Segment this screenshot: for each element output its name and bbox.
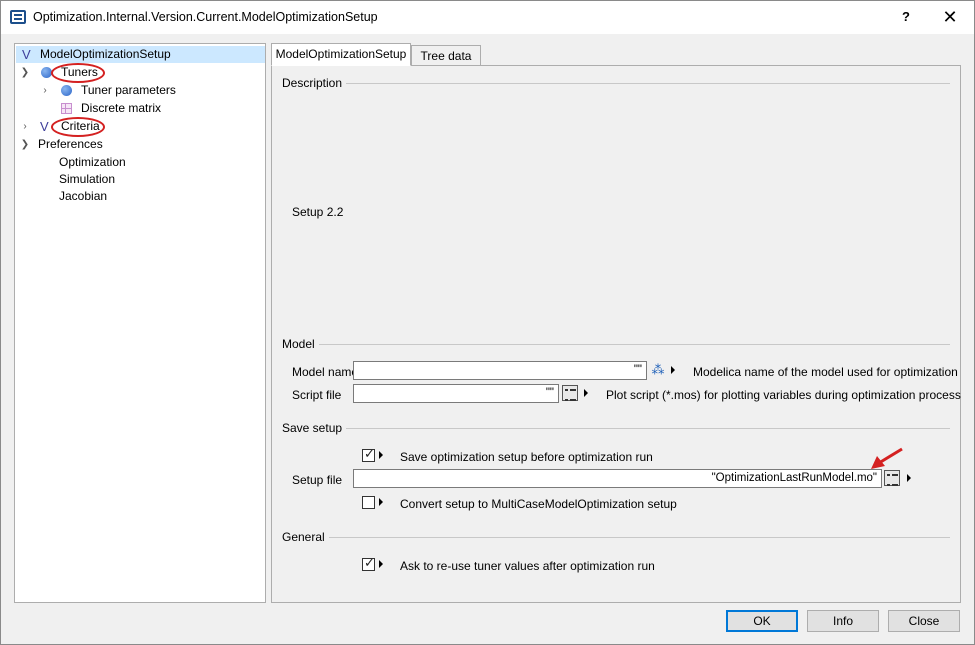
- tree-item-label: Simulation: [59, 172, 116, 186]
- setup-content-panel: Description Setup 2.2 Model Model name "…: [271, 65, 961, 603]
- reuse-tuners-label: Ask to re-use tuner values after optimiz…: [400, 559, 655, 573]
- tree-item-label: Discrete matrix: [81, 101, 162, 115]
- model-name-value: "": [633, 364, 642, 376]
- save-before-run-menu-arrow[interactable]: [379, 451, 383, 459]
- script-file-menu-arrow[interactable]: [584, 389, 588, 397]
- model-name-label: Model name: [292, 365, 359, 379]
- model-name-input[interactable]: "": [353, 361, 647, 380]
- description-header: Description: [282, 76, 347, 90]
- model-name-description: Modelica name of the model used for opti…: [693, 365, 958, 379]
- script-file-label: Script file: [292, 388, 342, 402]
- save-before-run-checkbox[interactable]: ✓: [362, 446, 375, 462]
- close-window-button[interactable]: ✕: [936, 6, 964, 28]
- reuse-tuners-checkbox[interactable]: ✓: [362, 555, 375, 571]
- model-header: Model: [282, 337, 319, 351]
- section-divider: [326, 537, 950, 538]
- model-v-icon: V: [22, 47, 31, 62]
- tree-item-label: Preferences: [38, 137, 103, 151]
- script-file-value: "": [545, 387, 554, 399]
- app-window-icon: [10, 10, 26, 24]
- tree-item-label: Jacobian: [59, 189, 108, 203]
- chevron-down-icon[interactable]: ❯: [20, 136, 30, 153]
- model-menu-arrow[interactable]: [671, 366, 675, 374]
- tree-item-jacobian[interactable]: Jacobian: [16, 188, 265, 205]
- tree-item-tuner-parameters[interactable]: › Tuner parameters: [16, 82, 265, 99]
- checkmark-icon: ✓: [364, 446, 375, 461]
- chevron-right-icon[interactable]: ›: [20, 118, 30, 135]
- convert-setup-menu-arrow[interactable]: [379, 498, 383, 506]
- criteria-icon: V: [40, 119, 49, 134]
- close-button[interactable]: Close: [888, 610, 960, 632]
- tree-item-optimization[interactable]: Optimization: [16, 154, 265, 171]
- setup-file-input[interactable]: "OptimizationLastRunModel.mo": [353, 469, 882, 488]
- dialog-window: Optimization.Internal.Version.Current.Mo…: [0, 0, 975, 645]
- script-file-description: Plot script (*.mos) for plotting variabl…: [606, 388, 961, 402]
- model-browser-icon[interactable]: ⁂: [650, 362, 666, 378]
- matrix-icon: [61, 103, 72, 114]
- tab-model-optimization-setup[interactable]: ModelOptimizationSetup: [271, 43, 411, 66]
- setup-file-browse-icon[interactable]: [884, 470, 900, 486]
- tree-item-discrete-matrix[interactable]: Discrete matrix: [16, 100, 265, 117]
- annotation-arrow-icon: [871, 447, 903, 469]
- convert-setup-checkbox[interactable]: [362, 496, 375, 509]
- title-bar[interactable]: Optimization.Internal.Version.Current.Mo…: [1, 1, 974, 34]
- reuse-tuners-menu-arrow[interactable]: [379, 560, 383, 568]
- ok-button[interactable]: OK: [726, 610, 798, 632]
- info-button[interactable]: Info: [807, 610, 879, 632]
- save-before-run-label: Save optimization setup before optimizat…: [400, 450, 653, 464]
- save-setup-header: Save setup: [282, 421, 347, 435]
- tuner-dot-icon: [61, 85, 72, 96]
- tree-item-label: Tuner parameters: [81, 83, 176, 97]
- section-divider: [342, 83, 950, 84]
- tree-item-preferences[interactable]: ❯ Preferences: [16, 136, 265, 153]
- general-header: General: [282, 530, 329, 544]
- chevron-down-icon[interactable]: ❯: [20, 64, 30, 81]
- help-button[interactable]: ?: [894, 6, 918, 28]
- tree-item-simulation[interactable]: Simulation: [16, 171, 265, 188]
- setup-file-menu-arrow[interactable]: [907, 474, 911, 482]
- convert-setup-label: Convert setup to MultiCaseModelOptimizat…: [400, 497, 677, 511]
- script-file-browse-icon[interactable]: [562, 385, 578, 401]
- tab-tree-data[interactable]: Tree data: [411, 45, 481, 67]
- script-file-input[interactable]: "": [353, 384, 559, 403]
- window-title: Optimization.Internal.Version.Current.Mo…: [33, 10, 378, 24]
- tree-item-model-optimization-setup[interactable]: V ModelOptimizationSetup: [16, 46, 265, 63]
- section-divider: [342, 428, 950, 429]
- tree-panel[interactable]: V ModelOptimizationSetup ❯ Tuners › Tune…: [14, 43, 266, 603]
- chevron-right-icon[interactable]: ›: [40, 82, 50, 99]
- tuners-annotation-ellipse: [51, 63, 105, 83]
- criteria-annotation-ellipse: [51, 117, 105, 137]
- tree-item-label: ModelOptimizationSetup: [40, 47, 171, 61]
- checkmark-icon: ✓: [364, 555, 375, 570]
- description-text: Setup 2.2: [292, 205, 344, 219]
- setup-file-label: Setup file: [292, 473, 343, 487]
- tree-item-label: Optimization: [59, 155, 126, 169]
- section-divider: [316, 344, 950, 345]
